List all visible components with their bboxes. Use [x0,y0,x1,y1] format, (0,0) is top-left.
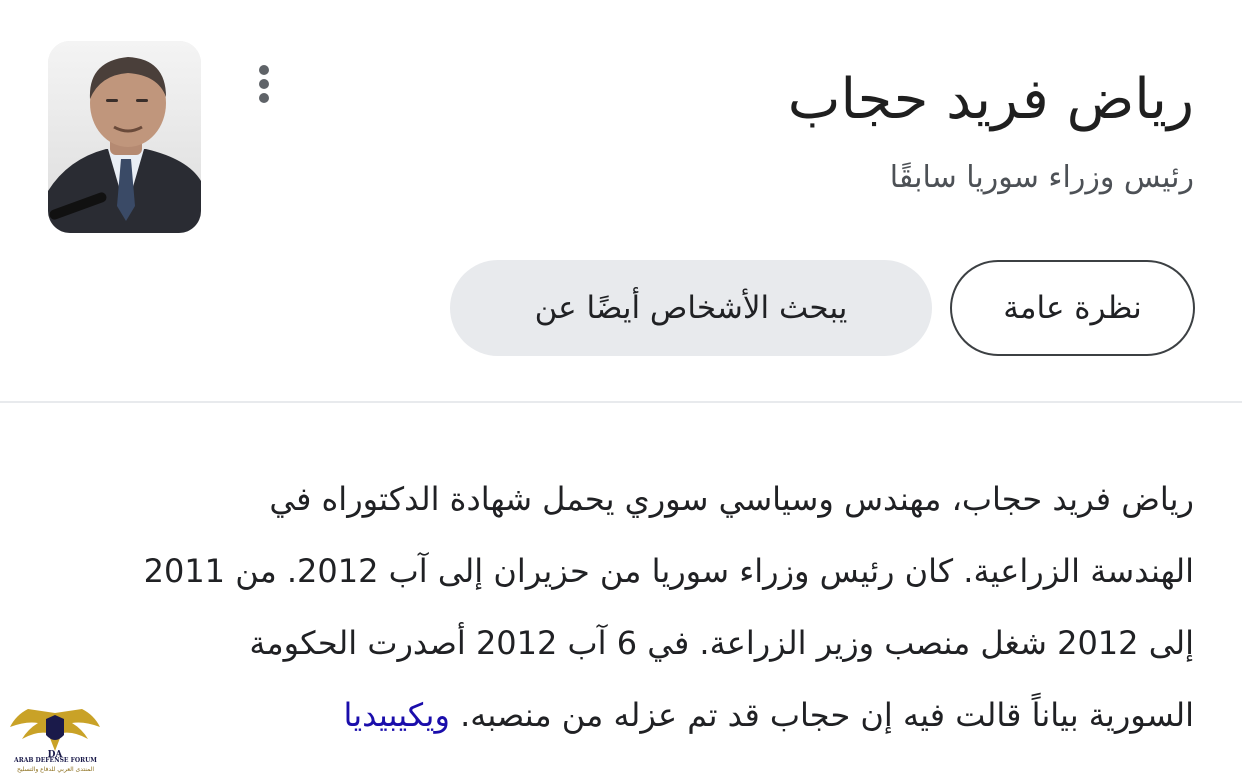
tab-overview[interactable]: نظرة عامة [950,260,1195,356]
more-options-button[interactable] [246,60,282,108]
wikipedia-link[interactable]: ويكيبيديا [343,696,449,734]
description-line-last: السورية بياناً قالت فيه إن حجاب قد تم عز… [44,679,1194,751]
description-line: إلى 2012 شغل منصب وزير الزراعة. في 6 آب … [249,624,1194,662]
watermark-arabic: المنتدى العربي للدفاع والتسليح [17,766,94,773]
description: رياض فريد حجاب، مهندس وسياسي سوري يحمل ش… [44,463,1194,751]
tab-people-also-search-label: يبحث الأشخاص أيضًا عن [534,290,848,326]
tab-people-also-search[interactable]: يبحث الأشخاص أيضًا عن [450,260,932,356]
description-line: رياض فريد حجاب، مهندس وسياسي سوري يحمل ش… [269,480,1194,518]
description-line: السورية بياناً قالت فيه إن حجاب قد تم عز… [460,696,1194,734]
eagle-icon: DA [10,709,100,760]
entity-subtitle: رئيس وزراء سوريا سابقًا [889,160,1194,195]
entity-title: رياض فريد حجاب [787,67,1194,132]
person-photo-image [48,41,201,233]
person-photo[interactable] [48,41,201,233]
description-line: الهندسة الزراعية. كان رئيس وزراء سوريا م… [143,552,1194,590]
tab-overview-label: نظرة عامة [1003,290,1142,326]
watermark-logo: DA ARAB DEFENSE FORUM المنتدى العربي للد… [8,705,103,780]
section-divider [0,401,1242,403]
watermark-name: ARAB DEFENSE FORUM [14,757,97,764]
